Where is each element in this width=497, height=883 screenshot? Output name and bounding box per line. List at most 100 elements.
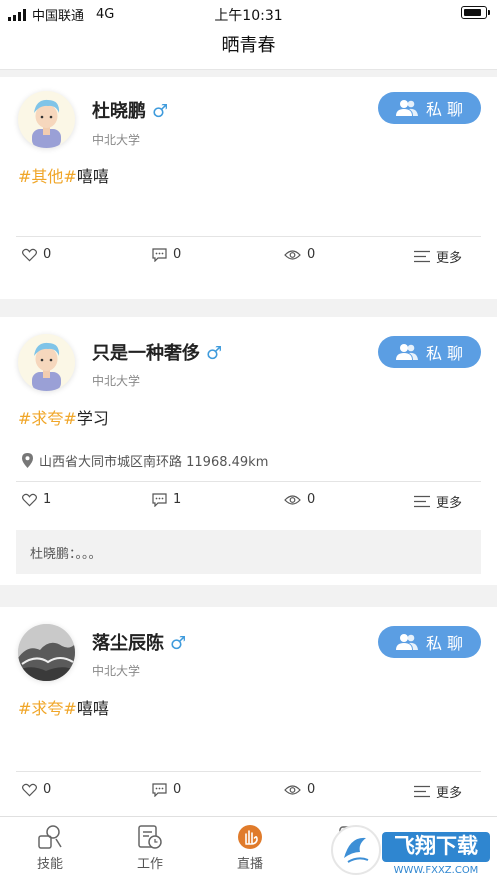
post-card[interactable]: 只是一种奢侈 ♂ 中北大学 私 聊 #求夸#学习 山西省大同市城区南环路 1196… — [0, 317, 497, 585]
heart-icon — [22, 248, 37, 261]
private-chat-label: 私 聊 — [425, 100, 464, 119]
avatar[interactable] — [18, 624, 75, 681]
location-text: 山西省大同市城区南环路 11968.49km — [39, 455, 269, 470]
view-count: 0 — [307, 492, 316, 507]
private-chat-label: 私 聊 — [425, 634, 464, 653]
more-label: 更多 — [436, 251, 463, 266]
page-title: 晒青春 — [0, 26, 497, 70]
comment-count: 0 — [173, 247, 182, 262]
view-count-display: 0 — [284, 782, 315, 797]
feed-list[interactable]: 杜晓鹏 ♂ 中北大学 私 聊 #其他#嘻嘻 0 0 0 更多 只是一种奢侈 ♂ … — [0, 71, 497, 816]
users-icon — [395, 344, 418, 360]
post-tag[interactable]: #求夸# — [18, 409, 77, 428]
menu-lines-icon — [414, 495, 430, 508]
menu-lines-icon — [414, 250, 430, 263]
comment-button[interactable]: 0 — [152, 247, 181, 262]
post-actions: 0 0 0 更多 — [0, 247, 497, 271]
location-pin-icon — [22, 453, 33, 468]
male-icon: ♂ — [170, 633, 187, 654]
male-icon: ♂ — [152, 101, 169, 122]
private-chat-button[interactable]: 私 聊 — [378, 626, 481, 658]
view-count-display: 0 — [284, 492, 315, 507]
tab-live[interactable]: 直播 — [210, 823, 290, 872]
post-tag[interactable]: #求夸# — [18, 699, 77, 718]
menu-lines-icon — [414, 785, 430, 798]
avatar[interactable] — [18, 334, 75, 391]
view-count-display: 0 — [284, 247, 315, 262]
comment-preview-text: 杜晓鹏：。。。 — [30, 547, 102, 562]
private-chat-button[interactable]: 私 聊 — [378, 336, 481, 368]
user-name[interactable]: 杜晓鹏 ♂ — [92, 97, 168, 123]
post-actions: 0 0 0 更多 — [0, 782, 497, 806]
divider — [16, 481, 481, 482]
comment-icon — [152, 492, 167, 507]
status-time: 上午10:31 — [214, 8, 283, 24]
view-count: 0 — [307, 247, 316, 262]
comment-preview[interactable]: 杜晓鹏：。。。 — [16, 530, 481, 574]
post-content[interactable]: #求夸#学习 — [18, 405, 109, 429]
users-icon — [395, 634, 418, 650]
tab-work[interactable]: 工作 — [110, 823, 190, 872]
battery-icon — [461, 6, 490, 19]
user-school: 中北大学 — [92, 664, 141, 678]
live-icon — [238, 825, 262, 849]
post-card[interactable]: 杜晓鹏 ♂ 中北大学 私 聊 #其他#嘻嘻 0 0 0 更多 — [0, 77, 497, 299]
comment-icon — [152, 782, 167, 797]
more-button[interactable]: 更多 — [414, 247, 462, 266]
comment-icon — [152, 247, 167, 262]
comment-button[interactable]: 1 — [152, 492, 181, 507]
user-name-text: 杜晓鹏 — [92, 101, 146, 122]
like-count: 1 — [43, 492, 52, 507]
more-label: 更多 — [436, 786, 463, 801]
private-chat-label: 私 聊 — [425, 344, 464, 363]
post-content[interactable]: #求夸#嘻嘻 — [18, 695, 109, 719]
like-count: 0 — [43, 247, 52, 262]
tab-skill[interactable]: 技能 — [10, 823, 90, 872]
post-text: 嘻嘻 — [76, 699, 109, 718]
tab-label: 工作 — [136, 857, 163, 872]
post-text: 嘻嘻 — [76, 167, 109, 186]
heart-icon — [22, 783, 37, 796]
tab-label: 直播 — [236, 857, 263, 872]
skill-icon — [38, 825, 62, 849]
comment-count: 0 — [173, 782, 182, 797]
avatar-photo-icon — [18, 624, 75, 681]
like-button[interactable]: 0 — [22, 782, 51, 797]
private-chat-button[interactable]: 私 聊 — [378, 92, 481, 124]
status-bar: 中国联通 4G 上午10:31 — [0, 0, 497, 26]
post-location: 山西省大同市城区南环路 11968.49km — [22, 451, 268, 470]
user-name[interactable]: 落尘辰陈 ♂ — [92, 629, 186, 655]
post-content[interactable]: #其他#嘻嘻 — [18, 163, 109, 187]
avatar-person-icon — [32, 99, 61, 148]
work-icon — [138, 825, 162, 849]
like-count: 0 — [43, 782, 52, 797]
user-name[interactable]: 只是一种奢侈 ♂ — [92, 339, 222, 365]
user-name-text: 落尘辰陈 — [92, 633, 164, 654]
more-button[interactable]: 更多 — [414, 492, 462, 511]
post-card[interactable]: 落尘辰陈 ♂ 中北大学 私 聊 #求夸#嘻嘻 0 0 0 更多 — [0, 607, 497, 816]
male-icon: ♂ — [206, 343, 223, 364]
post-tag[interactable]: #其他# — [18, 167, 77, 186]
user-school: 中北大学 — [92, 374, 141, 388]
post-actions: 1 1 0 更多 — [0, 492, 497, 516]
view-count: 0 — [307, 782, 316, 797]
watermark-logo: 飞翔下载 WWW.FXXZ.COM — [330, 822, 495, 880]
divider — [16, 236, 481, 237]
comment-button[interactable]: 0 — [152, 782, 181, 797]
like-button[interactable]: 1 — [22, 492, 51, 507]
avatar-person-icon — [32, 342, 61, 391]
heart-icon — [22, 493, 37, 506]
like-button[interactable]: 0 — [22, 247, 51, 262]
more-button[interactable]: 更多 — [414, 782, 462, 801]
eye-icon — [284, 249, 301, 260]
more-label: 更多 — [436, 496, 463, 511]
users-icon — [395, 100, 418, 116]
comment-count: 1 — [173, 492, 182, 507]
eye-icon — [284, 494, 301, 505]
post-text: 学习 — [76, 409, 109, 428]
avatar[interactable] — [18, 91, 75, 148]
divider — [16, 771, 481, 772]
watermark-graphic: 飞翔下载 WWW.FXXZ.COM — [331, 825, 490, 876]
watermark-text: 飞翔下载 — [394, 834, 478, 858]
eye-icon — [284, 784, 301, 795]
